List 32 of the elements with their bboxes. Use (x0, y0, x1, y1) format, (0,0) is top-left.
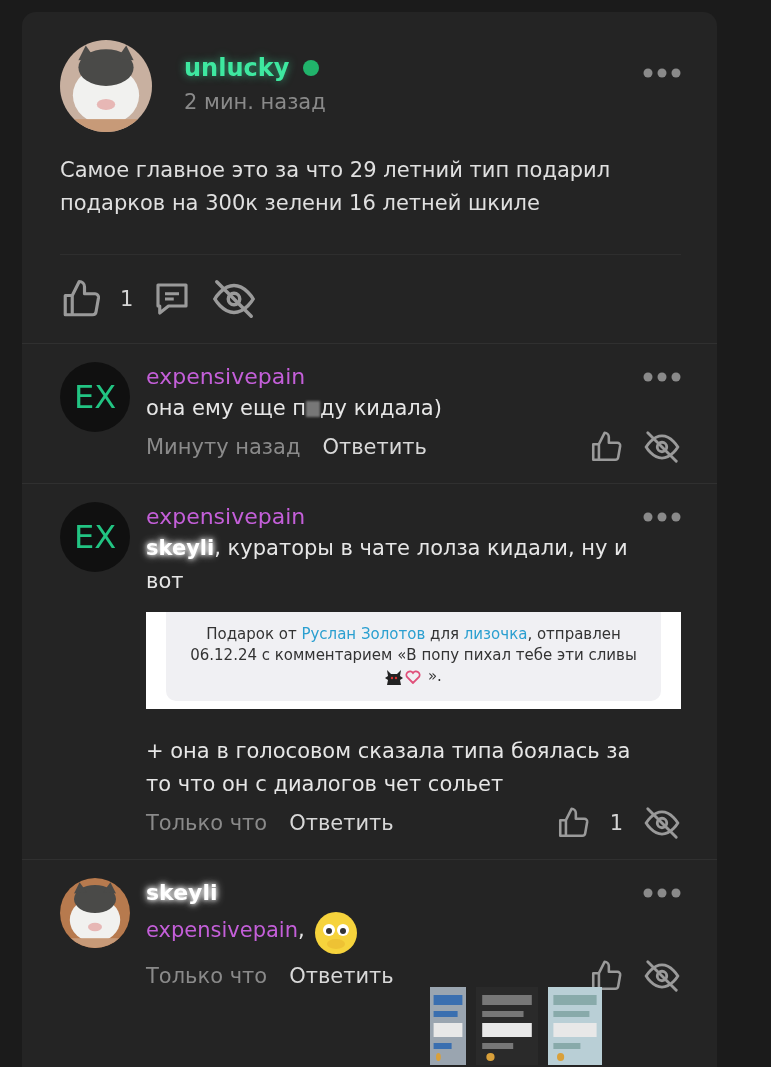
comment-text: expensivepain, (146, 908, 646, 954)
thumbs-up-icon[interactable] (589, 430, 623, 464)
more-icon[interactable] (643, 512, 681, 522)
comment-text: skeyli, кураторы в чате лолза кидали, ну и вот (146, 535, 629, 595)
more-icon[interactable] (643, 372, 681, 382)
timestamp: 2 мин. назад (184, 90, 327, 114)
gift-message: Подарок от Руслан Золотов для лизочка, отправлен 06.12.24 с комментарием «В попу пихал тебе эти сливы ». (166, 612, 661, 701)
hide-icon[interactable] (643, 804, 681, 842)
hide-icon[interactable] (643, 428, 681, 466)
reply-link[interactable]: Ответить (322, 435, 427, 459)
timestamp: Только что (146, 964, 268, 988)
like-count: 1 (120, 287, 134, 311)
more-icon[interactable] (643, 888, 681, 898)
comment-text: она ему еще п ду кидала) (146, 395, 443, 422)
reply-link[interactable]: Ответить (289, 964, 394, 988)
thumbs-up-icon[interactable] (589, 959, 623, 993)
timestamp: Минуту назад (146, 435, 301, 459)
reply-link[interactable]: Ответить (289, 811, 394, 835)
username[interactable]: unlucky (184, 54, 290, 82)
post-text: Самое главное это за что 29 летний тип подарил подарков на 300к зелени 16 летней шкиле (60, 157, 612, 217)
avatar: EX (60, 362, 130, 432)
username[interactable]: expensivepain (146, 362, 306, 392)
hide-icon[interactable] (643, 957, 681, 995)
like-count: 1 (609, 811, 623, 835)
username[interactable]: skeyli (146, 878, 218, 908)
comment-text: + она в голосовом сказала типа боялась за то что он с диалогов чет сольет (146, 738, 632, 798)
heart-icon (405, 669, 422, 684)
username[interactable]: expensivepain (146, 502, 306, 532)
devil-icon (385, 667, 404, 686)
more-icon[interactable] (643, 68, 681, 78)
avatar: EX (60, 502, 130, 572)
timestamp: Только что (146, 811, 268, 835)
